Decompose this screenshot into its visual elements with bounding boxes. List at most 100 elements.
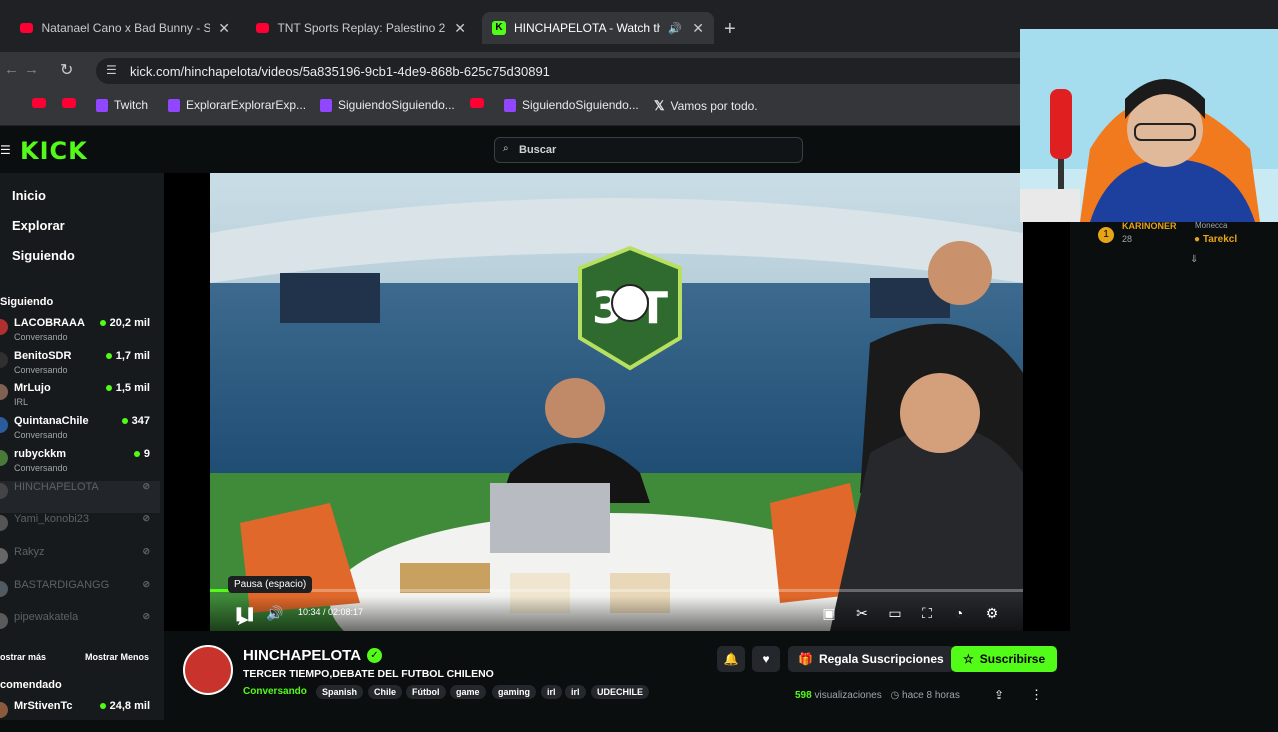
site-settings-icon[interactable]: ☰	[106, 63, 117, 77]
pause-tooltip: Pausa (espacio)	[228, 576, 313, 593]
progress-track[interactable]	[210, 589, 1023, 592]
bookmark-6[interactable]: SiguiendoSiguiendo...	[504, 98, 639, 112]
browser-tab-1[interactable]: TNT Sports Replay: Palestino 2 ✕	[246, 12, 476, 44]
live-dot	[99, 320, 106, 327]
share-icon[interactable]: ⇪	[994, 688, 1004, 702]
video-frame[interactable]: 3 T	[210, 173, 1023, 631]
miniplayer-icon[interactable]: ▣	[820, 604, 838, 622]
settings-icon[interactable]: ⚙	[983, 604, 1001, 622]
following-channel[interactable]: BASTARDIGANGG ⊘	[0, 579, 160, 611]
show-less-link[interactable]: Mostrar Menos	[85, 652, 149, 662]
avatar	[0, 547, 8, 564]
chevron-down-icon[interactable]: ⇓	[1190, 254, 1198, 265]
tag[interactable]: Spanish	[316, 685, 364, 699]
time-ago: hace 8 horas	[902, 690, 960, 701]
live-dot	[99, 703, 106, 710]
tag[interactable]: irl	[541, 685, 562, 699]
speaker-icon[interactable]: 🔊	[668, 22, 682, 35]
show-more-link[interactable]: ostrar más	[0, 652, 46, 662]
nav-inicio[interactable]: Inicio	[12, 188, 46, 203]
close-icon[interactable]: ✕	[692, 20, 704, 37]
x-icon: 𝕏	[654, 98, 665, 113]
volume-icon[interactable]: 🔊	[266, 604, 284, 622]
chat-user[interactable]: KARINONER	[1122, 221, 1177, 231]
following-channel[interactable]: QuintanaChile Conversando 347	[0, 415, 160, 447]
viewer-count-text: 9	[143, 447, 150, 460]
bookmark-1[interactable]	[62, 98, 76, 108]
menu-icon[interactable]: ☰	[0, 143, 11, 157]
bookmark-5[interactable]	[470, 98, 484, 108]
viewer-count: 9	[133, 447, 150, 460]
bookmark-label: SiguiendoSiguiendo...	[338, 98, 455, 112]
nav-siguiendo[interactable]: Siguiendo	[12, 248, 75, 263]
channel-name: Yami_konobi23	[14, 513, 90, 526]
bookmark-4[interactable]: SiguiendoSiguiendo...	[320, 98, 455, 112]
bookmark-2[interactable]: Twitch	[96, 98, 148, 112]
clip-icon[interactable]: ✂	[853, 604, 871, 622]
channel-name: BenitoSDR	[14, 349, 72, 362]
video-title: TERCER TIEMPO,DEBATE DEL FUTBOL CHILENO	[243, 668, 494, 680]
browser-tab-2[interactable]: K HINCHAPELOTA - Watch th 🔊 ✕	[482, 12, 714, 44]
following-channel[interactable]: pipewakatela ⊘	[0, 611, 160, 643]
following-channel[interactable]: MrLujo IRL 1,5 mil	[0, 382, 160, 414]
twitch-icon	[168, 98, 180, 112]
back-icon[interactable]: ←	[4, 61, 19, 78]
new-tab-icon[interactable]: +	[724, 18, 736, 41]
fullscreen-icon[interactable]: ⛶	[918, 604, 936, 622]
bookmark-7[interactable]: 𝕏 Vamos por todo.	[654, 98, 758, 114]
gift-icon: 🎁	[798, 652, 813, 666]
tag[interactable]: gaming	[492, 685, 537, 699]
following-header: Siguiendo	[0, 296, 54, 308]
category-link[interactable]: Conversando	[243, 686, 307, 697]
follow-button[interactable]: ♥	[752, 646, 780, 672]
following-channel[interactable]: LACOBRAAA Conversando 20,2 mil	[0, 317, 160, 349]
channel-name: BASTARDIGANGG	[14, 578, 110, 591]
nav-explorar[interactable]: Explorar	[12, 218, 65, 233]
notification-bell-button[interactable]: 🔔	[717, 646, 745, 672]
bookmark-3[interactable]: ExplorarExplorarExp...	[168, 98, 306, 112]
chat-user[interactable]: Monecca	[1195, 221, 1227, 230]
tag[interactable]: irl	[565, 685, 586, 699]
bookmark-0[interactable]	[32, 98, 46, 108]
avatar	[0, 449, 8, 466]
channel-avatar[interactable]	[183, 645, 233, 695]
tag[interactable]: game	[450, 685, 486, 699]
following-channel[interactable]: Yami_konobi23 ⊘	[0, 513, 160, 545]
reload-icon[interactable]: ↻	[60, 60, 73, 80]
chat-user[interactable]: ● Tarekcl	[1194, 234, 1237, 245]
live-dot	[133, 450, 140, 457]
url-input[interactable]: ☰ kick.com/hinchapelota/videos/5a835196-…	[96, 58, 1056, 84]
following-channel[interactable]: HINCHAPELOTA ⊘	[0, 480, 160, 513]
tag[interactable]: Chile	[368, 685, 403, 699]
following-channel[interactable]: Rakyz ⊘	[0, 546, 160, 578]
following-channel[interactable]: rubyckkm Conversando 9	[0, 448, 160, 480]
kick-logo[interactable]: KICK	[20, 137, 88, 165]
browser-tab-0[interactable]: Natanael Cano x Bad Bunny - S ✕	[10, 12, 240, 44]
youtube-icon	[470, 98, 484, 108]
webcam-content	[1020, 29, 1278, 222]
live-dot	[105, 385, 112, 392]
search-input[interactable]: ⌕ Buscar	[494, 137, 803, 163]
channel-name: MrLujo	[14, 382, 51, 395]
close-icon[interactable]: ✕	[454, 20, 466, 37]
tab-title: Natanael Cano x Bad Bunny - S	[41, 21, 211, 35]
time-display: 10:34 / 02:08:17	[298, 607, 364, 617]
viewer-count-text: 347	[131, 415, 150, 428]
bell-icon: 🔔	[723, 652, 739, 666]
following-channel[interactable]: BenitoSDR Conversando 1,7 mil	[0, 350, 160, 382]
recommended-item[interactable]: MrStivenTc 24,8 mil	[0, 700, 160, 732]
forward-icon[interactable]: →	[24, 61, 39, 78]
channel-name: LACOBRAAA	[14, 317, 85, 329]
close-icon[interactable]: ✕	[218, 20, 230, 37]
theater-icon[interactable]: ▭	[886, 604, 904, 622]
subscribe-button[interactable]: ☆ Suscribirse	[951, 646, 1058, 672]
tag[interactable]: Fútbol	[406, 685, 446, 699]
rank-badge-icon: 1	[1098, 227, 1114, 243]
tag[interactable]: UDECHILE	[591, 685, 650, 699]
channel-name[interactable]: HINCHAPELOTA	[243, 647, 361, 664]
view-count: 598	[795, 690, 812, 701]
speed-icon[interactable]: ◔	[950, 604, 968, 622]
views-label: visualizaciones	[814, 690, 882, 701]
gift-subs-button[interactable]: 🎁 Regala Suscripciones	[788, 646, 954, 672]
more-options-icon[interactable]: ⋮	[1030, 687, 1043, 703]
